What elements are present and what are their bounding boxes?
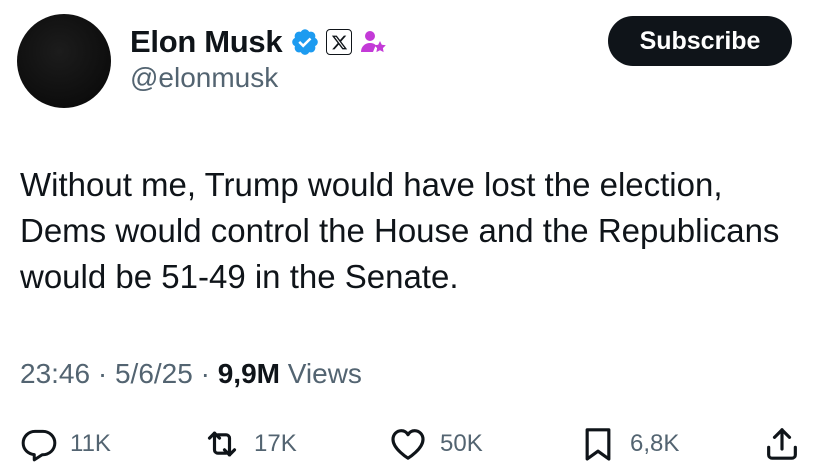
repost-count: 17K [254, 430, 297, 457]
share-button[interactable] [762, 420, 802, 468]
verified-badge-icon[interactable] [290, 27, 320, 57]
author-name-row: Elon Musk [130, 22, 387, 62]
reply-count: 11K [70, 430, 111, 457]
meta-separator: · [200, 358, 210, 389]
meta-separator: · [97, 358, 108, 389]
tweet-time[interactable]: 23:46 [20, 358, 90, 389]
affiliate-person-star-icon[interactable] [359, 28, 387, 56]
bookmark-icon [585, 428, 611, 461]
author-handle[interactable]: @elonmusk [130, 62, 278, 94]
reply-button[interactable]: 11K [20, 420, 111, 468]
views-count[interactable]: 9,9M [218, 358, 280, 389]
views-label: Views [287, 358, 362, 389]
repost-button[interactable]: 17K [202, 420, 297, 468]
bookmark-button[interactable]: 6,8K [578, 420, 679, 468]
like-button[interactable]: 50K [388, 420, 483, 468]
tweet-meta: 23:46 · 5/6/25 · 9,9M Views [20, 358, 362, 390]
share-icon [767, 428, 797, 460]
like-icon [391, 429, 425, 460]
like-count: 50K [440, 430, 483, 457]
x-logo-icon[interactable] [326, 29, 353, 55]
author-name[interactable]: Elon Musk [130, 24, 283, 60]
bookmark-count: 6,8K [630, 430, 680, 457]
repost-icon [207, 431, 237, 457]
reply-icon [21, 429, 57, 462]
tweet-date[interactable]: 5/6/25 [115, 358, 193, 389]
action-bar: 11K 17K 50K 6,8K [0, 420, 828, 468]
avatar[interactable] [17, 14, 111, 108]
subscribe-button[interactable]: Subscribe [608, 16, 792, 66]
tweet-text: Without me, Trump would have lost the el… [20, 166, 780, 295]
